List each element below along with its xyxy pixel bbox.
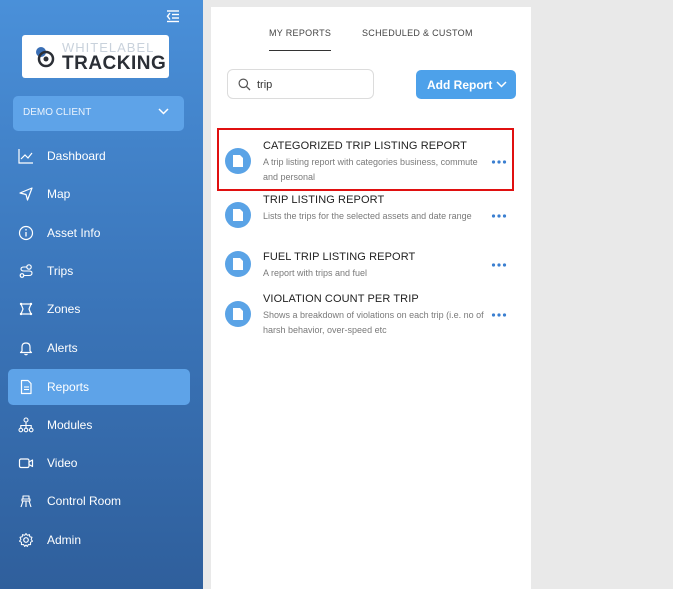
logo-text-line2: TRACKING xyxy=(62,53,167,74)
tab-scheduled-custom[interactable]: SCHEDULED & CUSTOM xyxy=(362,28,473,38)
control-room-icon xyxy=(20,495,32,508)
bell-icon xyxy=(19,342,33,356)
sidebar-item-label: Reports xyxy=(47,380,90,394)
add-report-label: Add Report xyxy=(427,78,493,92)
report-doc-icon xyxy=(225,251,251,277)
sidebar-item-map[interactable]: Map xyxy=(8,176,190,212)
search-icon xyxy=(238,78,251,91)
sidebar-item-video[interactable]: Video xyxy=(8,445,190,481)
route-icon xyxy=(19,264,33,278)
sidebar-item-label: Asset Info xyxy=(47,226,101,240)
more-options-icon[interactable] xyxy=(491,212,507,220)
logo-mark-icon xyxy=(36,47,55,68)
report-title: FUEL TRIP LISTING REPORT xyxy=(263,251,416,263)
chevron-down-icon xyxy=(158,108,169,115)
info-circle-icon xyxy=(18,225,34,241)
sidebar-item-label: Trips xyxy=(47,264,74,278)
sidebar-item-trips[interactable]: Trips xyxy=(8,253,190,289)
sidebar-item-label: Video xyxy=(47,456,78,470)
report-title: VIOLATION COUNT PER TRIP xyxy=(263,293,419,305)
sidebar-item-label: Alerts xyxy=(47,341,78,355)
report-description: Lists the trips for the selected assets … xyxy=(263,211,472,221)
search-box xyxy=(227,69,374,99)
client-selector[interactable]: DEMO CLIENT xyxy=(13,96,184,131)
sidebar-item-control-room[interactable]: Control Room xyxy=(8,483,190,519)
zones-icon xyxy=(19,302,33,316)
reports-panel: MY REPORTS SCHEDULED & CUSTOM Add Report… xyxy=(211,7,531,589)
report-item-fuel-trip-listing[interactable]: FUEL TRIP LISTING REPORT A report with t… xyxy=(211,249,531,287)
report-item-trip-listing[interactable]: TRIP LISTING REPORT Lists the trips for … xyxy=(211,192,531,242)
client-selector-label: DEMO CLIENT xyxy=(23,107,92,118)
report-item-violation-count-per-trip[interactable]: VIOLATION COUNT PER TRIP Shows a breakdo… xyxy=(211,291,531,341)
sidebar-item-label: Map xyxy=(47,187,71,201)
sidebar-item-modules[interactable]: Modules xyxy=(8,407,190,443)
chevron-down-icon xyxy=(496,81,507,88)
modules-tree-icon xyxy=(18,417,34,433)
sidebar: WHITELABEL TRACKING DEMO CLIENT Dashboar… xyxy=(0,0,203,589)
sidebar-item-admin[interactable]: Admin xyxy=(8,522,190,558)
sidebar-item-alerts[interactable]: Alerts xyxy=(8,330,190,366)
brand-logo: WHITELABEL TRACKING xyxy=(22,35,169,78)
navigation-arrow-icon xyxy=(19,187,33,201)
highlight-box xyxy=(217,128,514,191)
more-options-icon[interactable] xyxy=(491,261,507,269)
sidebar-item-label: Dashboard xyxy=(47,149,106,163)
report-description: A report with trips and fuel xyxy=(263,268,368,278)
add-report-button[interactable]: Add Report xyxy=(416,70,516,99)
report-doc-icon xyxy=(225,301,251,327)
sidebar-item-label: Control Room xyxy=(47,494,122,508)
report-title: TRIP LISTING REPORT xyxy=(263,194,385,206)
dashboard-chart-icon xyxy=(18,149,33,164)
sidebar-item-zones[interactable]: Zones xyxy=(8,291,190,327)
sidebar-item-asset-info[interactable]: Asset Info xyxy=(8,215,190,251)
gear-icon xyxy=(19,533,33,547)
video-camera-icon xyxy=(18,458,34,469)
tab-my-reports[interactable]: MY REPORTS xyxy=(269,28,332,51)
report-doc-icon xyxy=(225,202,251,228)
report-description: Shows a breakdown of violations on each … xyxy=(263,310,484,335)
document-icon xyxy=(20,379,32,395)
sidebar-item-label: Modules xyxy=(47,418,93,432)
sidebar-item-reports[interactable]: Reports xyxy=(8,369,190,405)
collapse-sidebar-icon[interactable] xyxy=(165,9,181,23)
search-input[interactable] xyxy=(257,76,367,94)
more-options-icon[interactable] xyxy=(491,311,507,319)
sidebar-item-dashboard[interactable]: Dashboard xyxy=(8,138,190,174)
sidebar-item-label: Zones xyxy=(47,302,81,316)
sidebar-item-label: Admin xyxy=(47,533,82,547)
